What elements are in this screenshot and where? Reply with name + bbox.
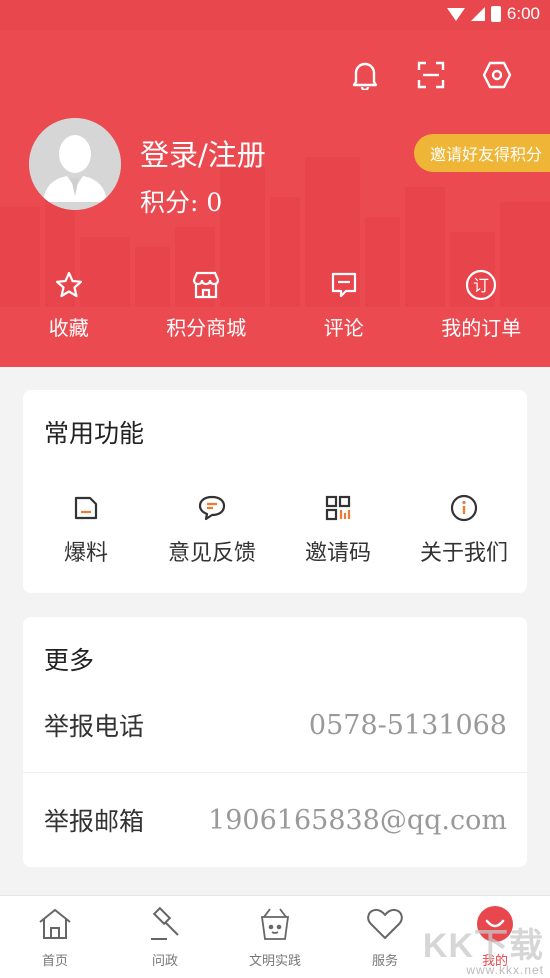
report-email-label: 举报邮箱 [44,807,145,836]
star-icon [55,268,83,302]
nav-service-label: 服务 [371,954,398,969]
gavel-icon [147,904,183,944]
tipoff-icon [73,493,99,523]
basket-icon [256,904,294,944]
feedback-label: 意见反馈 [167,541,256,566]
profile-header: 登录/注册 积分: 0 邀请好友得积分 收藏 积分商城 评论 订 我的订单 [0,30,550,367]
about-us-label: 关于我们 [419,541,508,566]
watermark-text: KK下载 [422,927,544,965]
my-orders-label: 我的订单 [441,316,522,340]
nav-home[interactable]: 首页 [0,896,110,978]
wifi-icon [446,7,465,21]
comments-label: 评论 [323,316,364,340]
points-mall-button[interactable]: 积分商城 [138,268,276,341]
favorites-button[interactable]: 收藏 [0,268,138,341]
avatar[interactable] [29,118,121,210]
tipoff-label: 爆料 [63,541,108,566]
feedback-icon [198,493,226,523]
nav-home-label: 首页 [41,954,68,969]
nav-politics[interactable]: 问政 [110,896,220,978]
common-functions-card: 常用功能 爆料 意见反馈 邀请码 关于我们 [23,390,527,593]
common-functions-row: 爆料 意见反馈 邀请码 关于我们 [23,493,527,567]
report-phone-row[interactable]: 举报电话 0578-5131068 [23,678,527,772]
favorites-label: 收藏 [48,316,89,340]
report-email-value: 1906165838@qq.com [208,804,507,836]
status-time: 6:00 [506,4,540,23]
watermark: KK下载 www.kkx.net [423,918,544,977]
more-title: 更多 [44,646,95,675]
status-bar: 6:00 [0,0,550,30]
settings-icon[interactable] [480,58,514,92]
status-icons: 6:00 [446,4,540,24]
report-email-row[interactable]: 举报邮箱 1906165838@qq.com [23,773,527,867]
points-mall-label: 积分商城 [166,316,247,340]
report-phone-label: 举报电话 [44,712,145,741]
tipoff-button[interactable]: 爆料 [23,493,149,567]
home-icon [37,904,73,944]
watermark-url: www.kkx.net [466,963,544,977]
login-register-link[interactable]: 登录/注册 [140,132,266,174]
signal-icon [470,7,485,21]
feedback-button[interactable]: 意见反馈 [149,493,275,567]
report-phone-value: 0578-5131068 [308,709,507,741]
comments-button[interactable]: 评论 [275,268,413,341]
header-actions: 收藏 积分商城 评论 订 我的订单 [0,268,550,341]
nav-civilization-label: 文明实践 [248,954,301,969]
my-orders-button[interactable]: 订 我的订单 [413,268,550,341]
points-text: 积分: 0 [140,188,223,217]
scan-icon[interactable] [414,58,448,92]
about-us-button[interactable]: 关于我们 [401,493,527,567]
comment-icon [330,268,358,302]
more-card: 更多 举报电话 0578-5131068 举报邮箱 1906165838@qq.… [23,617,527,867]
info-icon [450,493,478,523]
common-functions-title: 常用功能 [44,419,145,448]
bell-icon[interactable] [348,58,382,92]
order-icon: 订 [465,268,497,302]
heart-icon [366,904,404,944]
invite-code-button[interactable]: 邀请码 [275,493,401,567]
invite-friends-button[interactable]: 邀请好友得积分 [413,134,550,172]
battery-icon [490,6,501,22]
header-top-icons [348,58,514,92]
nav-civilization[interactable]: 文明实践 [220,896,330,978]
qrcode-icon [325,493,351,523]
svg-text:订: 订 [473,276,489,295]
nav-politics-label: 问政 [151,954,178,969]
invite-code-label: 邀请码 [304,541,371,566]
store-icon [191,268,221,302]
